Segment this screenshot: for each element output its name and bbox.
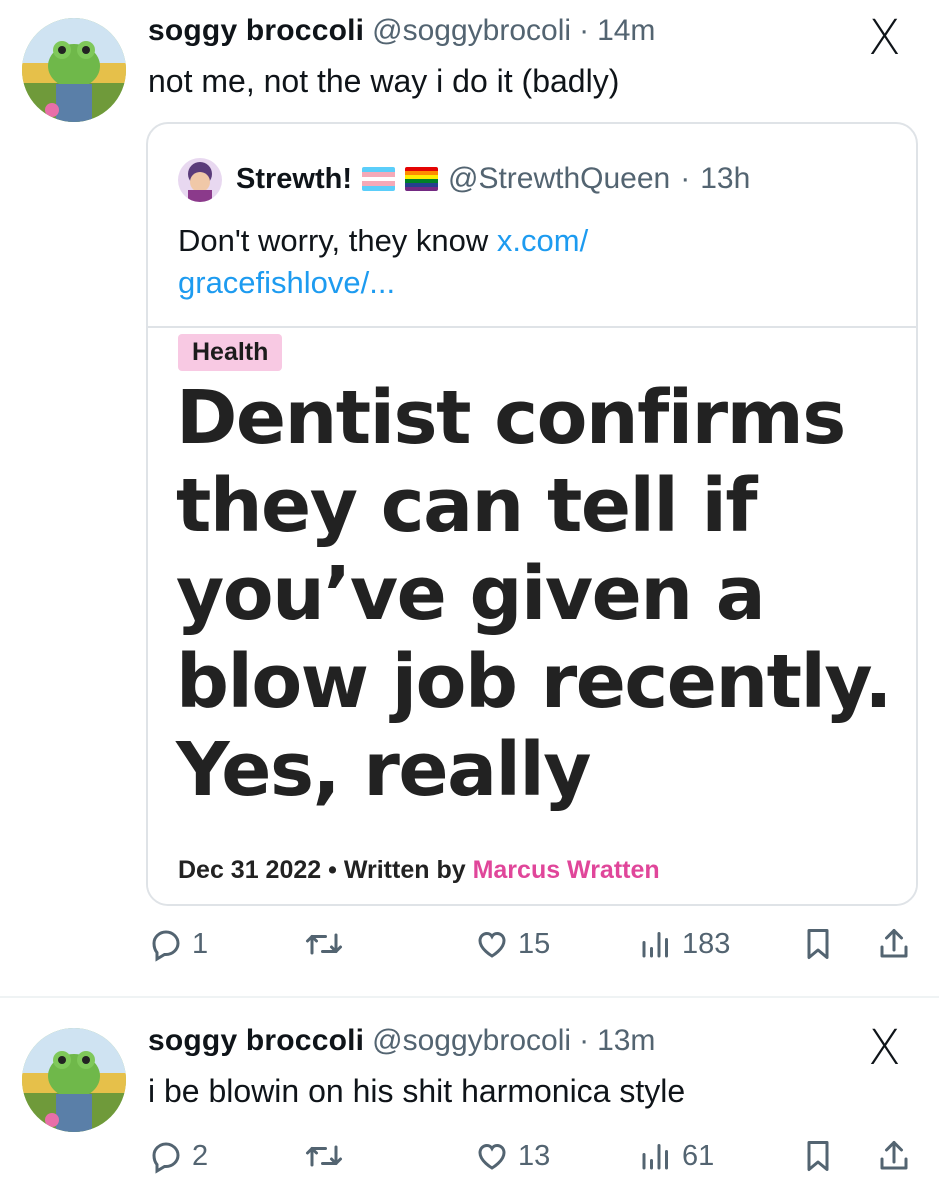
separator-dot: · (680, 162, 691, 195)
separator-dot: · (579, 14, 590, 47)
reply-icon (148, 926, 184, 962)
article-meta: Dec 31 2022 • Written by Marcus Wratten (178, 856, 660, 885)
tweet-timestamp[interactable]: 13m (597, 1024, 655, 1058)
views-button[interactable]: 61 (638, 1138, 714, 1174)
bookmark-icon (800, 926, 836, 962)
like-icon (474, 1138, 510, 1174)
avatar[interactable] (22, 18, 126, 122)
headline-line: they can tell if (176, 463, 758, 549)
author-name[interactable]: soggy broccoli (148, 1024, 364, 1058)
quote-link-line1[interactable]: x.com/ (497, 223, 588, 258)
bookmark-icon (800, 1138, 836, 1174)
x-logo-icon: X (868, 1020, 901, 1076)
share-icon (876, 1138, 912, 1174)
tweet-header: soggy broccoli @soggybrocoli · 13m (148, 1024, 655, 1058)
quote-author-handle[interactable]: @StrewthQueen (448, 162, 670, 196)
quote-author-name[interactable]: Strewth! (236, 163, 352, 196)
quote-header: Strewth! @StrewthQueen · 13h (236, 162, 750, 196)
author-handle[interactable]: @soggybrocoli (372, 1024, 571, 1058)
view-count: 183 (682, 927, 731, 960)
headline-line: Yes, really (176, 727, 592, 813)
like-icon (474, 926, 510, 962)
tweet-text: not me, not the way i do it (badly) (148, 63, 620, 99)
view-count: 61 (682, 1139, 715, 1172)
retweet-icon (304, 1138, 344, 1174)
retweet-icon (304, 926, 344, 962)
avatar[interactable] (22, 1028, 126, 1132)
author-name[interactable]: soggy broccoli (148, 14, 364, 48)
rainbow-flag-icon (405, 167, 438, 191)
tweet-text: i be blowin on his shit harmonica style (148, 1073, 686, 1109)
bookmark-button[interactable] (800, 926, 836, 962)
reply-icon (148, 1138, 184, 1174)
like-button[interactable]: 15 (474, 926, 550, 962)
share-button[interactable] (876, 1138, 912, 1174)
article-image[interactable]: Health Dentist confirms they can tell if… (148, 326, 916, 904)
quote-text-body: Don't worry, they know (178, 223, 497, 258)
headline-line: Dentist confirms (176, 375, 846, 461)
views-icon (638, 1138, 674, 1174)
retweet-button[interactable] (304, 926, 344, 962)
headline-line: you’ve given a (176, 551, 766, 637)
quote-text: Don't worry, they know x.com/ gracefishl… (178, 220, 878, 304)
written-by-label: Written by (343, 856, 466, 884)
headline-line: blow job recently. (176, 639, 892, 725)
share-button[interactable] (876, 926, 912, 962)
like-button[interactable]: 13 (474, 1138, 550, 1174)
quote-timestamp[interactable]: 13h (700, 162, 750, 196)
reply-count: 2 (192, 1139, 209, 1172)
retweet-button[interactable] (304, 1138, 344, 1174)
article-headline: Dentist confirms they can tell if you’ve… (176, 374, 906, 814)
quote-tweet-card[interactable]: Strewth! @StrewthQueen · 13h Don't worry… (146, 122, 918, 906)
tweet-timestamp[interactable]: 14m (597, 14, 655, 48)
x-logo-icon: X (868, 10, 901, 66)
meta-bullet: • (328, 856, 337, 884)
article-category-tag: Health (178, 334, 283, 371)
bookmark-button[interactable] (800, 1138, 836, 1174)
author-handle[interactable]: @soggybrocoli (372, 14, 571, 48)
tweet-divider (0, 996, 939, 998)
reply-count: 1 (192, 927, 209, 960)
like-count: 15 (518, 927, 551, 960)
quote-link-line2[interactable]: gracefishlove/... (178, 265, 395, 300)
article-date: Dec 31 2022 (178, 856, 322, 884)
quote-avatar[interactable] (178, 158, 222, 202)
article-author: Marcus Wratten (472, 856, 660, 884)
tweet-header: soggy broccoli @soggybrocoli · 14m (148, 14, 655, 48)
views-button[interactable]: 183 (638, 926, 730, 962)
reply-button[interactable]: 2 (148, 1138, 208, 1174)
share-icon (876, 926, 912, 962)
views-icon (638, 926, 674, 962)
transgender-flag-icon (362, 167, 395, 191)
reply-button[interactable]: 1 (148, 926, 208, 962)
like-count: 13 (518, 1139, 551, 1172)
separator-dot: · (579, 1024, 590, 1057)
